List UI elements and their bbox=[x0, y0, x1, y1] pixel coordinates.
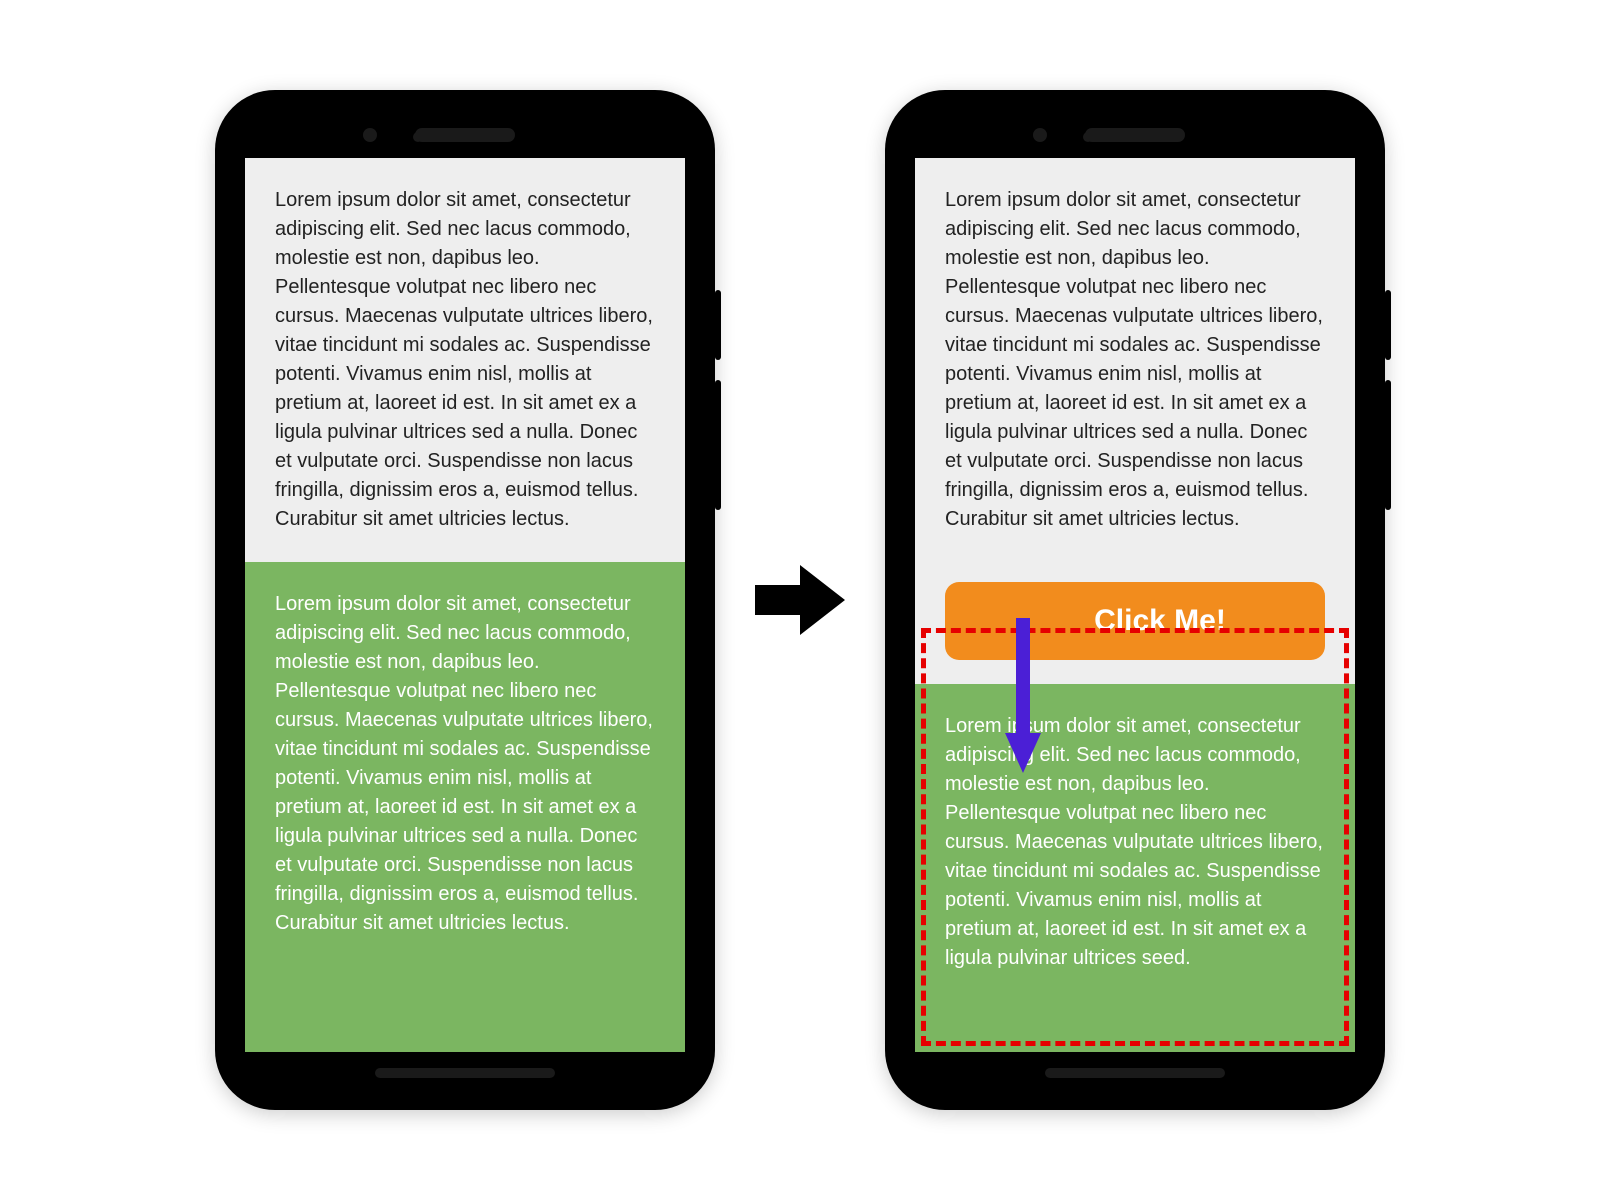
home-indicator-icon bbox=[1045, 1068, 1225, 1078]
click-me-button[interactable]: Click Me! bbox=[945, 582, 1325, 660]
phone-before: Lorem ipsum dolor sit amet, consectetur … bbox=[215, 90, 715, 1110]
speaker-icon bbox=[415, 128, 515, 142]
paragraph-bottom: Lorem ipsum dolor sit amet, consectetur … bbox=[915, 684, 1355, 1052]
sensor-icon bbox=[1033, 128, 1047, 142]
phone-after: Lorem ipsum dolor sit amet, consectetur … bbox=[885, 90, 1385, 1110]
side-button-icon bbox=[1385, 380, 1391, 510]
phone-speaker bbox=[415, 128, 515, 142]
screen-before: Lorem ipsum dolor sit amet, consectetur … bbox=[245, 158, 685, 1052]
inserted-button-area: Click Me! bbox=[915, 562, 1355, 684]
diagram-container: Lorem ipsum dolor sit amet, consectetur … bbox=[0, 0, 1600, 1200]
side-button-icon bbox=[715, 290, 721, 360]
side-button-icon bbox=[715, 380, 721, 510]
phone-bezel: Lorem ipsum dolor sit amet, consectetur … bbox=[903, 108, 1367, 1092]
speaker-icon bbox=[1085, 128, 1185, 142]
paragraph-bottom: Lorem ipsum dolor sit amet, consectetur … bbox=[245, 562, 685, 1052]
phone-bezel: Lorem ipsum dolor sit amet, consectetur … bbox=[233, 108, 697, 1092]
paragraph-top: Lorem ipsum dolor sit amet, consectetur … bbox=[245, 158, 685, 562]
transition-arrow-icon bbox=[755, 560, 845, 640]
paragraph-top: Lorem ipsum dolor sit amet, consectetur … bbox=[915, 158, 1355, 562]
home-indicator-icon bbox=[375, 1068, 555, 1078]
sensor-icon bbox=[363, 128, 377, 142]
side-button-icon bbox=[1385, 290, 1391, 360]
phone-speaker bbox=[1085, 128, 1185, 142]
screen-after: Lorem ipsum dolor sit amet, consectetur … bbox=[915, 158, 1355, 1052]
